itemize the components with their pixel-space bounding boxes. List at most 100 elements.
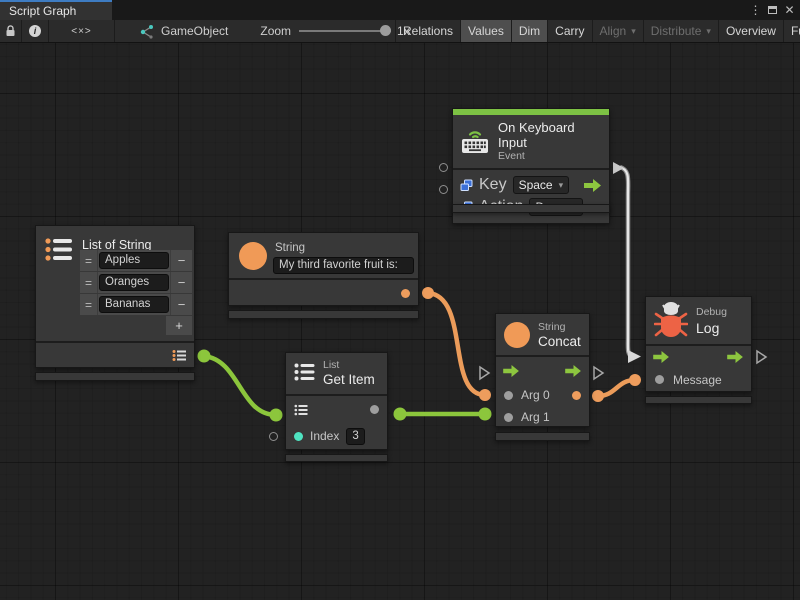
item-output-port[interactable] <box>370 405 379 414</box>
gameobject-selector[interactable]: GameObject <box>115 20 228 42</box>
exec-output-arrow-icon[interactable] <box>565 365 582 377</box>
exec-wire-arrowhead <box>628 350 641 363</box>
wire-endpoint <box>394 408 407 421</box>
window-maximize-icon[interactable] <box>764 3 781 17</box>
window-close-icon[interactable]: ✕ <box>781 3 798 17</box>
relations-button[interactable]: Relations <box>396 20 461 42</box>
arg1-input-port[interactable] <box>504 413 513 422</box>
node-get-item[interactable]: List Get Item Index 3 <box>285 352 388 450</box>
arg0-input-port[interactable] <box>504 391 513 400</box>
arg0-label: Arg 0 <box>521 388 550 402</box>
message-label: Message <box>673 373 722 387</box>
code-preview-button[interactable]: <×> <box>49 20 115 42</box>
list-item-row: = Bananas − <box>80 294 192 315</box>
lock-icon <box>5 25 16 37</box>
string-icon <box>504 322 530 348</box>
node-title: String <box>275 242 305 254</box>
exec-input-port[interactable] <box>480 367 489 379</box>
fullscreen-button[interactable]: Full Scre <box>784 20 800 42</box>
graph-toolbar: i <×> GameObject Zoom 1x Relations Value… <box>0 20 800 43</box>
node-footer <box>35 372 195 381</box>
exec-output-port[interactable] <box>757 351 766 363</box>
node-title: On Keyboard Input <box>498 120 601 150</box>
exec-input-arrow-icon[interactable] <box>653 351 670 363</box>
node-title: Get Item <box>323 372 375 387</box>
window-controls: ⋮ ✕ <box>747 0 798 20</box>
message-input-port[interactable] <box>655 375 664 384</box>
tab-bar: Script Graph ⋮ ✕ <box>0 0 800 20</box>
list-icon <box>44 236 74 263</box>
wire-keyboard-to-log-outline <box>620 167 632 356</box>
concat-output-port[interactable] <box>572 391 581 400</box>
string-output-port[interactable] <box>401 289 410 298</box>
list-item-row: = Oranges − <box>80 272 192 293</box>
remove-item-button[interactable]: − <box>170 272 192 293</box>
wire-list-to-getitem[interactable] <box>204 356 276 415</box>
node-footer <box>645 396 752 404</box>
tab-script-graph[interactable]: Script Graph <box>0 0 112 20</box>
info-icon: i <box>29 25 41 37</box>
drag-handle[interactable]: = <box>80 294 98 315</box>
info-button[interactable]: i <box>22 20 49 42</box>
list-item-field[interactable]: Oranges <box>99 274 169 291</box>
key-dropdown[interactable]: Space ▾ <box>513 176 570 194</box>
chevron-down-icon: ▾ <box>631 26 636 37</box>
string-value-field[interactable]: My third favorite fruit is: <box>273 257 414 274</box>
remove-item-button[interactable]: − <box>170 250 192 271</box>
node-title: Log <box>696 320 719 336</box>
zoom-slider[interactable] <box>299 20 391 42</box>
wire-endpoint <box>270 409 283 422</box>
overview-button[interactable]: Overview <box>719 20 784 42</box>
list-icon <box>294 362 316 382</box>
carry-button[interactable]: Carry <box>548 20 592 42</box>
node-string-literal[interactable]: String My third favorite fruit is: <box>228 232 419 306</box>
bug-icon <box>654 302 688 340</box>
code-icon: <×> <box>71 26 92 37</box>
node-debug-log[interactable]: Debug Log Message <box>645 296 752 392</box>
exec-output-port[interactable] <box>594 367 603 379</box>
gameobject-label: GameObject <box>161 24 228 38</box>
value-input-port-action[interactable] <box>439 185 448 194</box>
exec-output-arrow-icon[interactable] <box>727 351 744 363</box>
value-input-port-key[interactable] <box>439 163 448 172</box>
value-input-port-index[interactable] <box>269 432 278 441</box>
list-item-field[interactable]: Bananas <box>99 296 169 313</box>
list-output-port-icon[interactable] <box>172 349 187 362</box>
list-input-port-icon[interactable] <box>294 404 308 416</box>
wire-concat-to-log[interactable] <box>598 380 635 396</box>
chevron-down-icon: ▾ <box>706 26 711 37</box>
script-graph-icon <box>139 24 154 39</box>
node-list-of-string[interactable]: List of String = Apples − = Oranges − = … <box>35 225 195 368</box>
list-item-field[interactable]: Apples <box>99 252 169 269</box>
node-subtitle: Event <box>498 150 601 162</box>
add-item-button[interactable]: + <box>166 316 192 335</box>
chevron-down-icon: ▾ <box>559 180 564 191</box>
index-input-port[interactable] <box>294 432 303 441</box>
dim-button[interactable]: Dim <box>512 20 548 42</box>
drag-handle[interactable]: = <box>80 272 98 293</box>
exec-output-arrow-icon[interactable] <box>584 179 602 192</box>
index-field[interactable]: 3 <box>346 428 364 445</box>
arg1-label: Arg 1 <box>521 410 550 424</box>
wire-endpoint <box>479 408 492 421</box>
wire-endpoint <box>592 390 604 402</box>
node-footer <box>285 454 388 462</box>
exec-wire-start-triangle <box>613 162 624 174</box>
window-menu-icon[interactable]: ⋮ <box>747 3 764 17</box>
wire-string-to-concat[interactable] <box>428 293 485 395</box>
key-label: Key <box>479 176 507 194</box>
zoom-slider-handle[interactable] <box>380 25 391 36</box>
remove-item-button[interactable]: − <box>170 294 192 315</box>
node-title: Concat <box>538 334 581 349</box>
graph-canvas[interactable]: On Keyboard Input Event Key Space ▾ <box>0 43 800 600</box>
index-label: Index <box>310 429 339 443</box>
lock-button[interactable] <box>0 20 22 42</box>
node-category: List <box>323 359 339 371</box>
exec-input-arrow-icon[interactable] <box>503 365 520 377</box>
drag-handle[interactable]: = <box>80 250 98 271</box>
values-button[interactable]: Values <box>461 20 512 42</box>
distribute-button: Distribute▾ <box>644 20 719 42</box>
string-icon <box>239 242 267 270</box>
node-concat[interactable]: String Concat Arg 0 Arg 1 <box>495 313 590 427</box>
list-item-row: = Apples − <box>80 250 192 271</box>
